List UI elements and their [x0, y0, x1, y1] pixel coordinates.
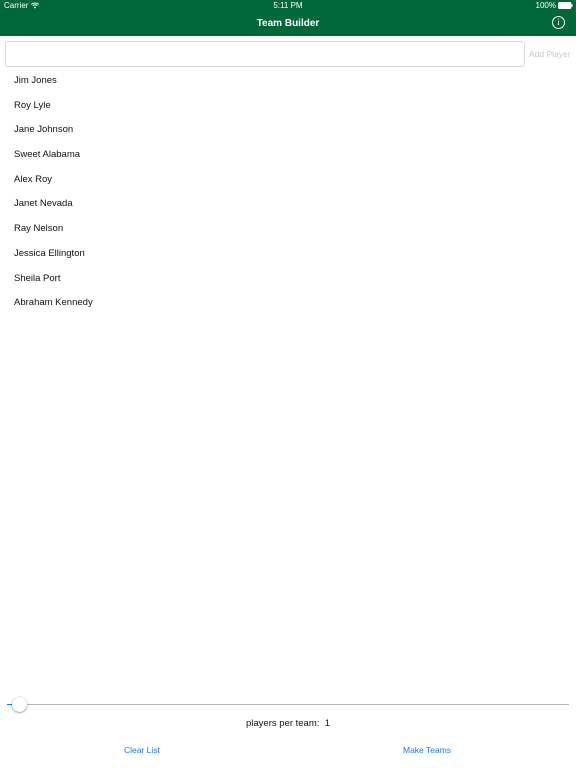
status-bar: Carrier 5:11 PM 100%: [0, 0, 576, 11]
players-per-team-value: 1: [324, 718, 330, 729]
player-list-item[interactable]: Abraham Kennedy: [0, 291, 576, 316]
player-list-item[interactable]: Janet Nevada: [0, 192, 576, 217]
player-list-item[interactable]: Alex Roy: [0, 168, 576, 193]
status-time: 5:11 PM: [273, 1, 303, 10]
player-name-input[interactable]: [5, 41, 525, 67]
team-builder-screen: Carrier 5:11 PM 100% Team Builder i Add …: [0, 0, 576, 768]
add-player-button[interactable]: Add Player: [529, 41, 576, 67]
players-per-team-slider[interactable]: [7, 697, 569, 713]
player-list-item[interactable]: Ray Nelson: [0, 217, 576, 242]
player-list-item[interactable]: Jim Jones: [0, 69, 576, 94]
info-icon[interactable]: i: [552, 16, 565, 29]
player-list-item[interactable]: Roy Lyle: [0, 94, 576, 119]
player-list-item[interactable]: Jane Johnson: [0, 118, 576, 143]
players-per-team-label: players per team:: [246, 718, 320, 729]
slider-thumb[interactable]: [12, 697, 27, 712]
player-list-item[interactable]: Jessica Ellington: [0, 242, 576, 267]
add-player-row: Add Player: [0, 41, 576, 67]
player-list: Jim Jones Roy Lyle Jane Johnson Sweet Al…: [0, 69, 576, 316]
battery-percentage: 100%: [535, 1, 556, 10]
make-teams-button[interactable]: Make Teams: [403, 744, 451, 756]
slider-track: [7, 704, 569, 705]
page-title: Team Builder: [256, 18, 320, 29]
players-per-team-readout: players per team: 1: [0, 717, 576, 730]
player-list-item[interactable]: Sheila Port: [0, 267, 576, 292]
navigation-header: Carrier 5:11 PM 100% Team Builder i: [0, 0, 576, 36]
clear-list-button[interactable]: Clear List: [124, 744, 160, 756]
player-list-item[interactable]: Sweet Alabama: [0, 143, 576, 168]
battery-icon: [558, 2, 573, 9]
battery-indicator: 100%: [536, 0, 573, 11]
